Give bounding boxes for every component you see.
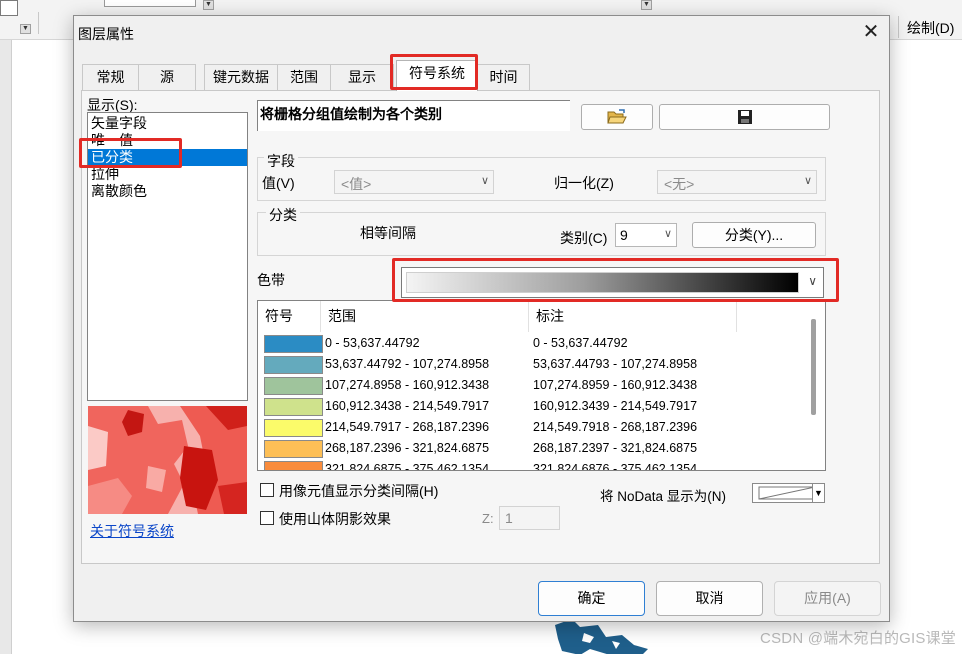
range-cell: 107,274.8958 - 160,912.3438 [325, 378, 490, 392]
label-cell[interactable]: 268,187.2397 - 321,824.6875 [533, 438, 697, 459]
close-icon[interactable]: ✕ [859, 20, 883, 44]
label-cell[interactable]: 0 - 53,637.44792 [533, 333, 628, 354]
classification-group-title: 分类 [266, 205, 300, 225]
toolbar-separator [38, 12, 39, 34]
renderer-vector-field[interactable]: 矢量字段 [91, 115, 147, 132]
tab-key-metadata[interactable]: 键元数据 [204, 64, 278, 90]
classes-count-select[interactable]: 9 ∨ [615, 223, 677, 247]
symbol-swatch[interactable] [264, 377, 323, 395]
normalization-select[interactable]: <无> ∨ [657, 170, 817, 194]
table-row[interactable]: 268,187.2396 - 321,824.6875 268,187.2397… [258, 438, 807, 459]
toolbar-draw-menu[interactable]: 绘制(D) [907, 18, 954, 38]
open-button[interactable] [581, 104, 653, 130]
symbology-preview-image [88, 406, 247, 514]
toolbar-separator-2 [898, 16, 899, 38]
symbol-swatch[interactable] [264, 356, 323, 374]
hillshade-checkbox[interactable] [260, 511, 274, 525]
renderer-discrete-color[interactable]: 离散颜色 [91, 183, 147, 200]
folder-open-icon [607, 109, 627, 124]
table-row[interactable]: 107,274.8958 - 160,912.3438 107,274.8959… [258, 375, 807, 396]
highlight-classified-item [79, 138, 182, 168]
label-cell[interactable]: 214,549.7918 - 268,187.2396 [533, 417, 697, 438]
label-cell[interactable]: 107,274.8959 - 160,912.3438 [533, 375, 697, 396]
highlight-color-ramp [392, 258, 839, 302]
range-cell: 160,912.3438 - 214,549.7917 [325, 399, 490, 413]
tab-time[interactable]: 时间 [477, 64, 530, 90]
value-field-select[interactable]: <值> ∨ [334, 170, 494, 194]
renderer-description: 将栅格分组值绘制为各个类别 [257, 100, 570, 131]
range-cell: 53,637.44792 - 107,274.8958 [325, 357, 490, 371]
nodata-label: 将 NoData 显示为(N) [600, 489, 727, 504]
range-cell: 214,549.7917 - 268,187.2396 [325, 420, 490, 434]
app-left-strip [0, 40, 12, 654]
show-class-breaks-label: 用像元值显示分类间隔(H) [279, 483, 439, 499]
dialog-title: 图层属性 [78, 26, 134, 42]
layer-properties-dialog: 图层属性 ✕ 常规 源 键元数据 范围 显示 符号系统 时间 显示(S): 矢量… [73, 15, 890, 622]
chevron-down-icon: ∨ [480, 175, 489, 187]
toolbar-combo[interactable] [104, 0, 196, 7]
toolbar-combo-arrow-icon-2[interactable]: ▼ [641, 0, 652, 10]
save-button[interactable] [659, 104, 830, 130]
table-row[interactable]: 0 - 53,637.44792 0 - 53,637.44792 [258, 333, 807, 354]
table-row[interactable]: 53,637.44792 - 107,274.8958 53,637.44793… [258, 354, 807, 375]
renderer-stretched[interactable]: 拉伸 [91, 166, 119, 183]
tab-display[interactable]: 显示 [330, 64, 394, 90]
symbol-swatch[interactable] [264, 335, 323, 353]
tab-source[interactable]: 源 [138, 64, 196, 90]
tab-extent[interactable]: 范围 [277, 64, 331, 90]
chevron-down-icon: ∨ [663, 228, 672, 240]
normalization-selected: <无> [664, 176, 695, 192]
symbol-swatch[interactable] [264, 461, 323, 470]
table-row[interactable]: 214,549.7917 - 268,187.2396 214,549.7918… [258, 417, 807, 438]
range-cell: 321,824.6875 - 375,462.1354 [325, 462, 490, 471]
column-header-range[interactable]: 范围 [321, 301, 529, 332]
nodata-dropdown-arrow-icon[interactable]: ▼ [812, 483, 825, 503]
value-label: 值(V) [262, 175, 295, 191]
normalization-label: 归一化(Z) [554, 175, 614, 191]
symbol-swatch[interactable] [264, 419, 323, 437]
apply-button[interactable]: 应用(A) [774, 581, 881, 616]
watermark: CSDN @端木宛白的GIS课堂 [760, 630, 956, 647]
classes-table[interactable]: 符号 范围 标注 0 - 53,637.44792 0 - 53,637.447… [257, 300, 826, 471]
table-scrollbar[interactable] [811, 319, 816, 415]
color-ramp-label: 色带 [257, 272, 285, 288]
classes-count-value: 9 [620, 227, 628, 243]
tab-general[interactable]: 常规 [82, 64, 139, 90]
value-field-selected: <值> [341, 176, 372, 192]
label-cell[interactable]: 321,824.6876 - 375,462.1354 [533, 459, 697, 470]
toolbar-combo-arrow-icon[interactable]: ▼ [203, 0, 214, 10]
z-factor-input[interactable]: 1 [499, 506, 560, 530]
label-cell[interactable]: 160,912.3439 - 214,549.7917 [533, 396, 697, 417]
classify-button[interactable]: 分类(Y)... [692, 222, 816, 248]
show-class-breaks-checkbox[interactable] [260, 483, 274, 497]
toolbar-copy-icon[interactable] [0, 0, 18, 16]
table-row[interactable]: 321,824.6875 - 375,462.1354 321,824.6876… [258, 459, 807, 471]
column-header-label[interactable]: 标注 [529, 301, 737, 332]
symbol-swatch[interactable] [264, 440, 323, 458]
highlight-symbology-tab [390, 54, 478, 90]
range-cell: 268,187.2396 - 321,824.6875 [325, 441, 490, 455]
hillshade-label: 使用山体阴影效果 [279, 511, 391, 527]
field-group-title: 字段 [264, 151, 298, 171]
classification-method: 相等间隔 [360, 225, 416, 241]
symbol-swatch[interactable] [264, 398, 323, 416]
table-row[interactable]: 160,912.3438 - 214,549.7917 160,912.3439… [258, 396, 807, 417]
toolbar-dropdown-arrow-icon[interactable]: ▼ [20, 24, 31, 34]
ok-button[interactable]: 确定 [538, 581, 645, 616]
chevron-down-icon: ∨ [803, 175, 812, 187]
label-cell[interactable]: 53,637.44793 - 107,274.8958 [533, 354, 697, 375]
column-header-symbol[interactable]: 符号 [258, 301, 321, 332]
range-cell: 0 - 53,637.44792 [325, 336, 420, 350]
cancel-button[interactable]: 取消 [656, 581, 763, 616]
about-symbology-link[interactable]: 关于符号系统 [90, 521, 174, 541]
classes-label: 类别(C) [560, 230, 608, 246]
floppy-save-icon [737, 110, 752, 124]
z-label: Z: [482, 511, 494, 526]
